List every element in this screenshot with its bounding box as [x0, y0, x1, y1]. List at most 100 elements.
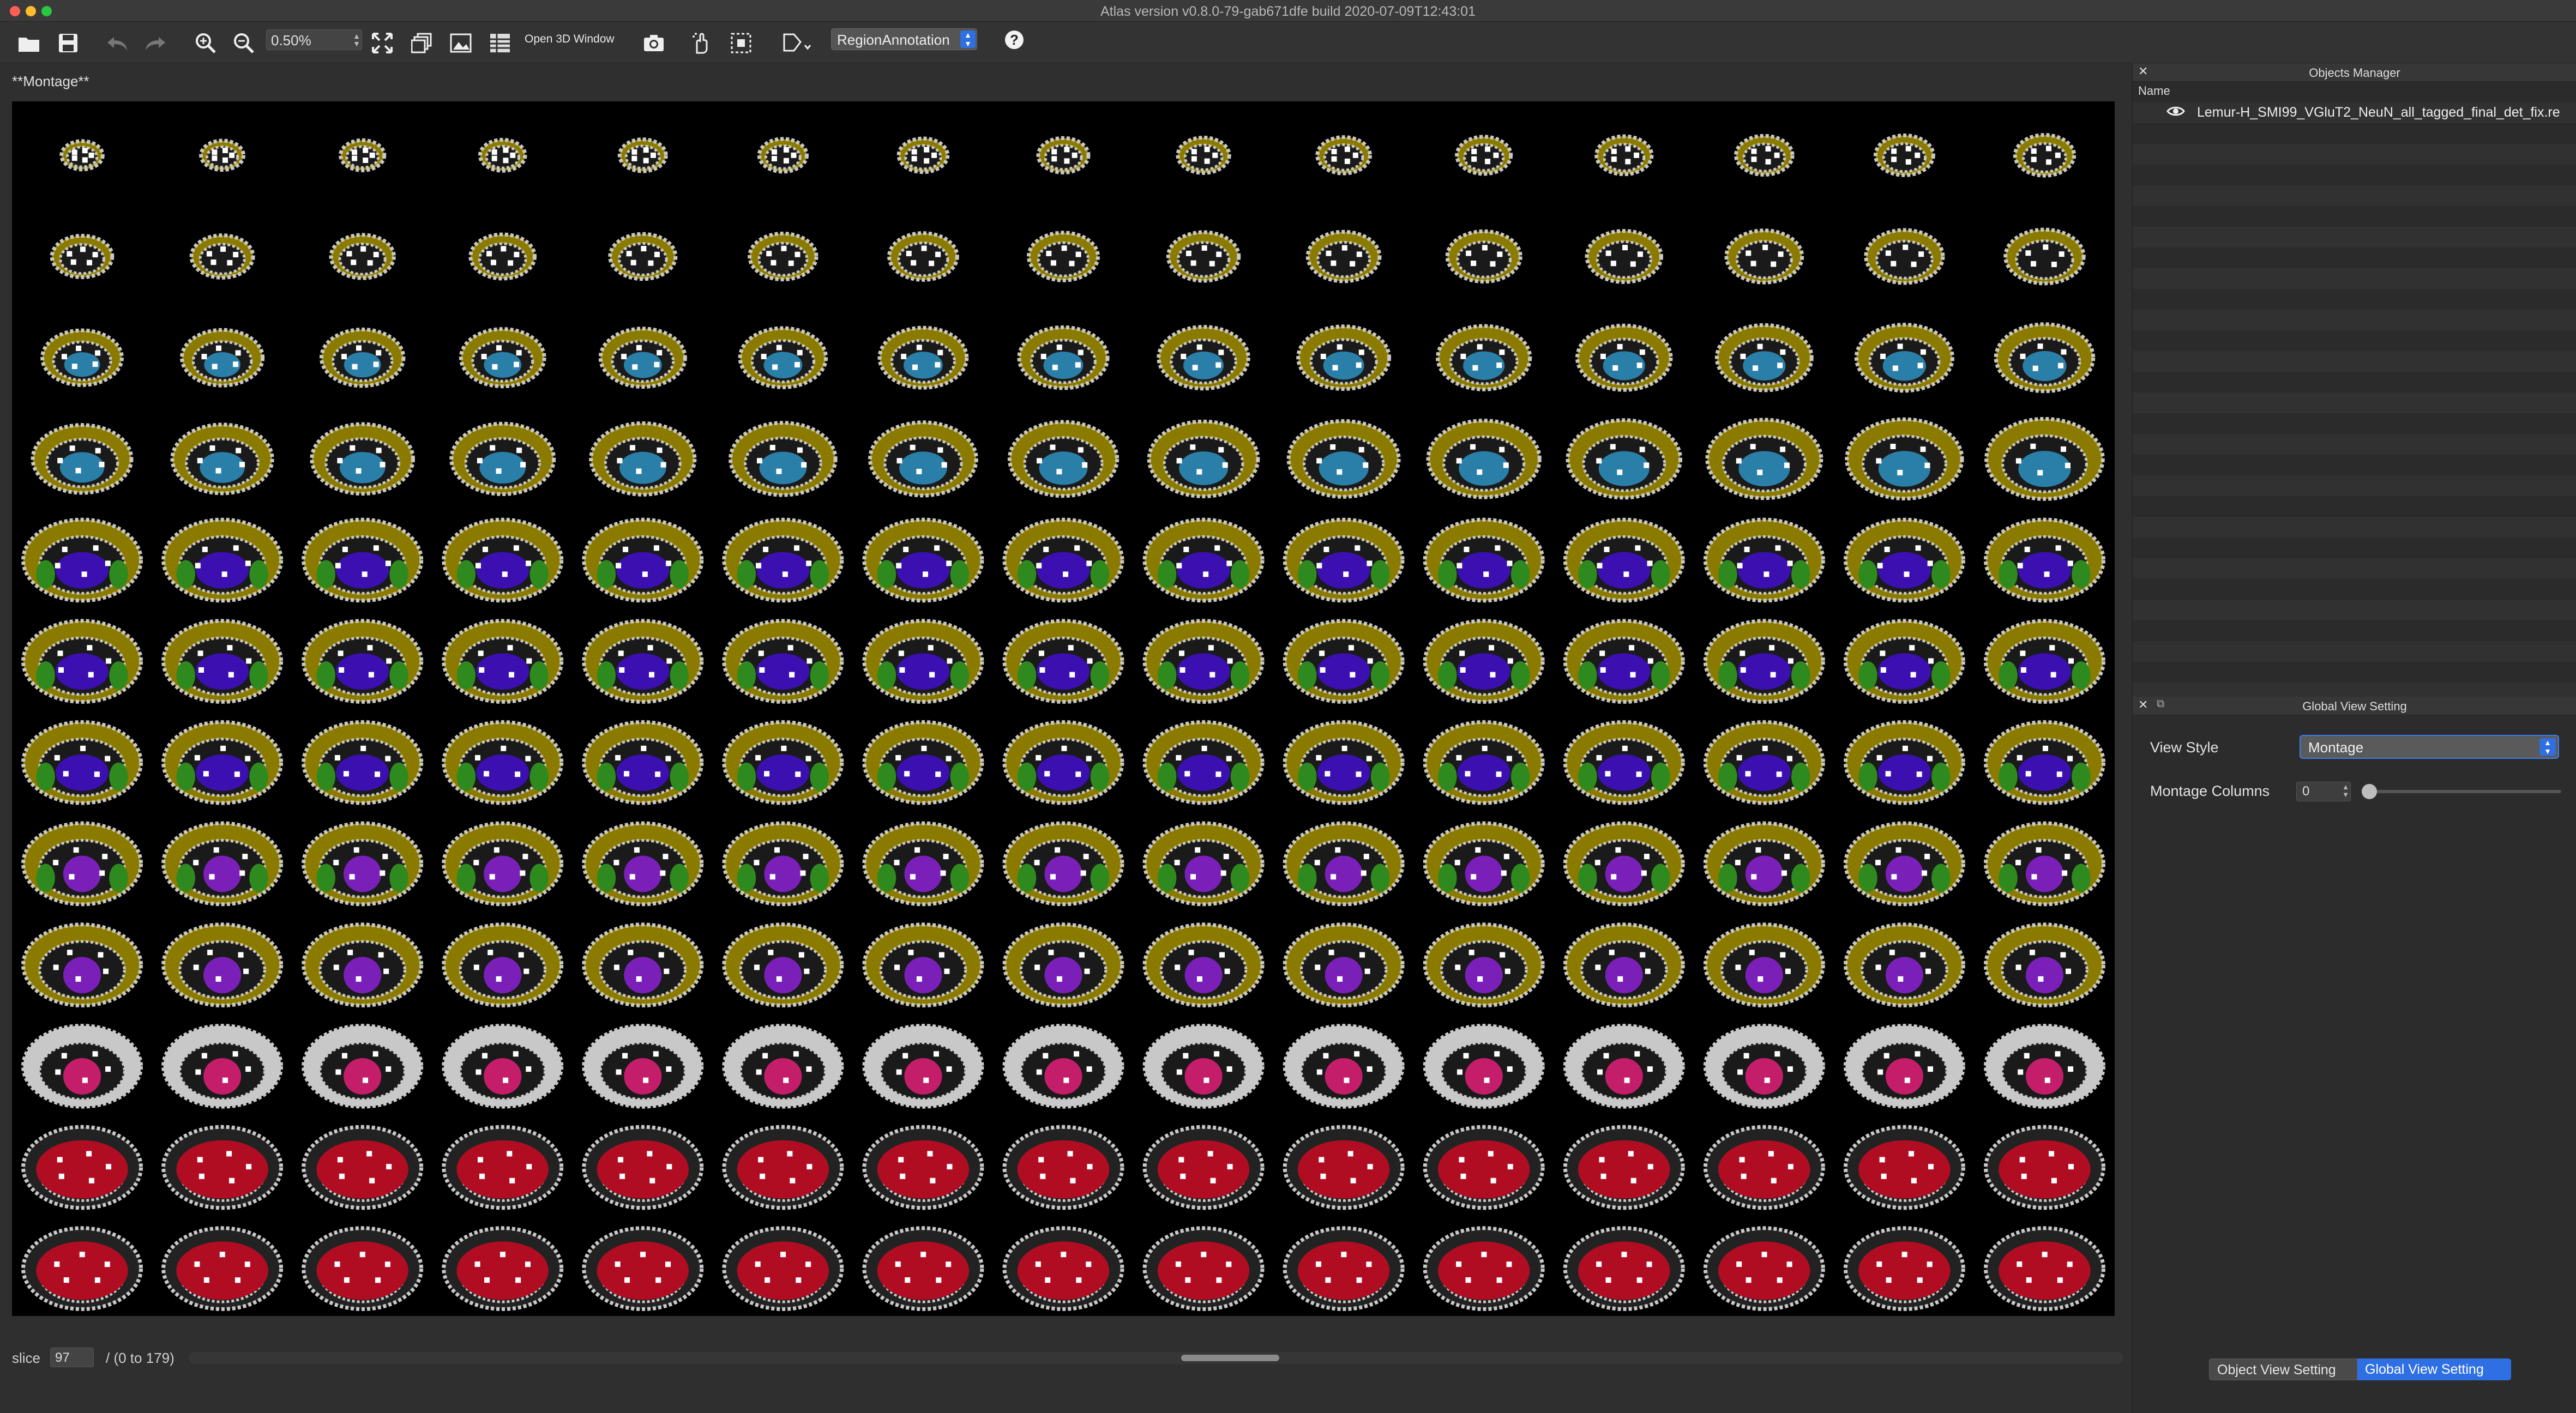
brain-section[interactable]: [582, 1226, 704, 1311]
brain-section[interactable]: [1315, 135, 1372, 176]
brain-section[interactable]: [180, 328, 265, 388]
brain-section[interactable]: [1563, 1125, 1685, 1210]
brain-section[interactable]: [1142, 619, 1265, 704]
brain-section[interactable]: [1703, 1226, 1825, 1311]
brain-section[interactable]: [1283, 821, 1405, 907]
slice-scrollbar[interactable]: [189, 1352, 2123, 1364]
name-column-header[interactable]: Name: [2138, 84, 2170, 98]
brain-section[interactable]: [1142, 922, 1265, 1007]
annotation-mode-select[interactable]: RegionAnnotation ▲ ▼: [831, 28, 977, 50]
brain-section[interactable]: [1705, 418, 1823, 500]
brain-section[interactable]: [589, 421, 697, 497]
brain-section[interactable]: [40, 328, 124, 387]
brain-section[interactable]: [1142, 1125, 1265, 1210]
brain-section[interactable]: [598, 327, 687, 389]
tab-object-view-setting[interactable]: Object View Setting: [2209, 1358, 2357, 1380]
camera-icon[interactable]: [640, 29, 667, 57]
brain-section[interactable]: [1002, 821, 1124, 907]
brain-section[interactable]: [1002, 1125, 1124, 1210]
brain-section[interactable]: [582, 720, 704, 805]
brain-section[interactable]: [2003, 227, 2086, 286]
brain-section[interactable]: [862, 619, 984, 704]
brain-section[interactable]: [1566, 418, 1683, 500]
brain-section[interactable]: [2013, 133, 2077, 178]
brain-section[interactable]: [189, 233, 255, 280]
brain-section[interactable]: [161, 922, 284, 1007]
brain-section[interactable]: [1017, 325, 1110, 390]
brain-section[interactable]: [1283, 619, 1405, 704]
brain-section[interactable]: [1854, 323, 1954, 393]
open-folder-icon[interactable]: [15, 29, 43, 57]
brain-section[interactable]: [1983, 517, 2105, 603]
brain-section[interactable]: [738, 326, 828, 389]
brain-section[interactable]: [1142, 1226, 1265, 1311]
brain-section[interactable]: [582, 517, 704, 603]
brain-section[interactable]: [1423, 922, 1545, 1007]
brain-section[interactable]: [1983, 619, 2105, 704]
brain-section[interactable]: [1563, 619, 1685, 704]
brain-section[interactable]: [1142, 517, 1265, 603]
brain-section[interactable]: [161, 1226, 284, 1311]
brain-section[interactable]: [1563, 1024, 1685, 1109]
montage-columns-stepper[interactable]: ▲ ▼: [2342, 783, 2349, 799]
brain-section[interactable]: [1585, 229, 1663, 284]
brain-section[interactable]: [1703, 1125, 1825, 1210]
brain-section[interactable]: [1147, 419, 1260, 498]
brain-section[interactable]: [170, 422, 274, 496]
brain-section[interactable]: [1843, 1125, 1965, 1210]
brain-section[interactable]: [868, 420, 978, 498]
brain-section[interactable]: [877, 325, 969, 390]
brain-section[interactable]: [442, 1125, 564, 1210]
brain-section[interactable]: [1286, 419, 1401, 499]
brain-section[interactable]: [442, 720, 564, 805]
brain-section[interactable]: [21, 720, 143, 805]
brain-section[interactable]: [1423, 1226, 1545, 1311]
brain-section[interactable]: [1036, 136, 1091, 174]
brain-section[interactable]: [582, 619, 704, 704]
brain-section[interactable]: [1563, 1226, 1685, 1311]
draw-region-icon[interactable]: [781, 29, 815, 57]
brain-section[interactable]: [1002, 922, 1124, 1007]
zoom-out-icon[interactable]: [230, 29, 257, 57]
brain-section[interactable]: [1994, 322, 2096, 394]
brain-section[interactable]: [862, 720, 984, 805]
brain-section[interactable]: [1724, 228, 1804, 285]
brain-section[interactable]: [442, 1024, 564, 1109]
brain-section[interactable]: [1845, 417, 1964, 500]
objects-list[interactable]: Name Lemur-H_SMI99_VGluT2_NeuN_all_tagge…: [2133, 82, 2576, 715]
zoom-stepper[interactable]: ▲ ▼: [353, 32, 360, 47]
brain-section[interactable]: [302, 1024, 424, 1109]
undo-icon[interactable]: [104, 29, 131, 57]
brain-section[interactable]: [21, 517, 143, 603]
montage-columns-field[interactable]: 0 ▲ ▼: [2296, 782, 2351, 801]
brain-section[interactable]: [1983, 922, 2105, 1007]
brain-section[interactable]: [1283, 517, 1405, 603]
brain-section[interactable]: [442, 517, 564, 603]
brain-section[interactable]: [21, 619, 143, 704]
brain-section[interactable]: [862, 821, 984, 907]
brain-section[interactable]: [582, 922, 704, 1007]
view-style-select[interactable]: Montage ▲ ▼: [2300, 735, 2559, 759]
brain-section[interactable]: [1843, 517, 1965, 603]
brain-section[interactable]: [1703, 517, 1825, 603]
brain-section[interactable]: [1563, 922, 1685, 1007]
brain-section[interactable]: [442, 922, 564, 1007]
brain-section[interactable]: [1283, 720, 1405, 805]
brain-section[interactable]: [1843, 821, 1965, 907]
brain-section[interactable]: [748, 231, 818, 282]
brain-section[interactable]: [1703, 821, 1825, 907]
brain-section[interactable]: [1594, 134, 1654, 177]
layers-icon[interactable]: [408, 29, 435, 57]
brain-section[interactable]: [310, 422, 415, 496]
brain-section[interactable]: [1983, 821, 2105, 907]
brain-section[interactable]: [161, 1125, 284, 1210]
brain-section[interactable]: [1843, 1024, 1965, 1109]
brain-section[interactable]: [1423, 1024, 1545, 1109]
brain-section[interactable]: [1563, 821, 1685, 907]
brain-section[interactable]: [21, 1125, 143, 1210]
zoom-in-icon[interactable]: [192, 29, 219, 57]
brain-section[interactable]: [896, 136, 950, 174]
brain-section[interactable]: [31, 423, 134, 495]
save-icon[interactable]: [55, 29, 82, 57]
slice-scrollbar-thumb[interactable]: [1181, 1355, 1279, 1361]
